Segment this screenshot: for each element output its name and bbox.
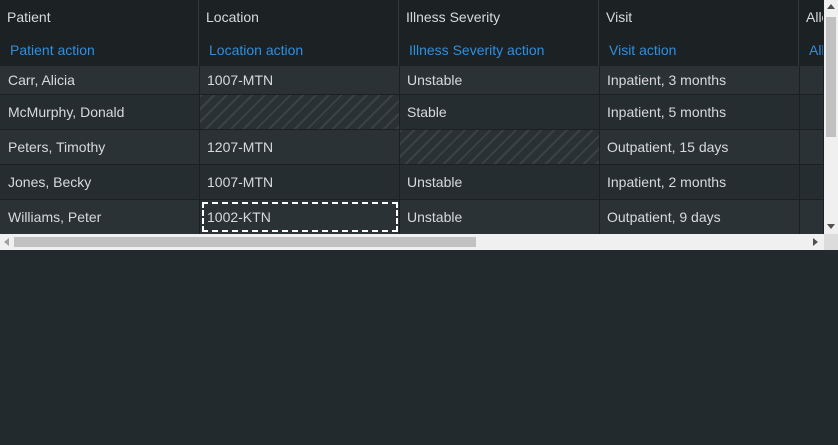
scrollbar-corner [824,234,838,250]
column-header-location[interactable]: Location Location action [199,0,399,66]
column-header-visit[interactable]: Visit Visit action [599,0,799,66]
column-title: Visit [606,9,633,25]
cell-visit[interactable]: Outpatient, 15 days [600,130,800,164]
table-row[interactable]: Williams, Peter 1002-KTN Unstable Outpat… [0,200,824,234]
cell-visit[interactable]: Inpatient, 3 months [600,66,800,94]
column-header-allergies[interactable]: Alle All [799,0,823,66]
cell-allergies[interactable] [800,200,824,234]
horizontal-scroll-thumb[interactable] [14,237,476,247]
cell-patient[interactable]: McMurphy, Donald [0,95,200,129]
column-title: Patient [7,9,51,25]
cell-location-focused[interactable]: 1002-KTN [200,200,400,234]
cell-patient[interactable]: Jones, Becky [0,165,200,199]
cell-patient[interactable]: Williams, Peter [0,200,200,234]
column-action-link[interactable]: Visit action [609,42,676,58]
patient-data-grid: Patient Patient action Location Location… [0,0,838,250]
triangle-up-icon[interactable] [827,4,835,9]
column-action-link[interactable]: Illness Severity action [409,42,544,58]
column-header-illness-severity[interactable]: Illness Severity Illness Severity action [399,0,599,66]
triangle-down-icon[interactable] [827,224,835,229]
cell-severity[interactable]: Stable [400,95,600,129]
column-title: Location [206,9,259,25]
column-header-patient[interactable]: Patient Patient action [0,0,199,66]
table-row[interactable]: Jones, Becky 1007-MTN Unstable Inpatient… [0,165,824,200]
cell-severity[interactable]: Unstable [400,165,600,199]
cell-severity[interactable]: Unstable [400,66,600,94]
horizontal-scrollbar[interactable] [0,234,824,250]
cell-visit[interactable]: Inpatient, 2 months [600,165,800,199]
cell-location[interactable]: 1207-MTN [200,130,400,164]
cell-location[interactable]: 1007-MTN [200,66,400,94]
cell-visit[interactable]: Inpatient, 5 months [600,95,800,129]
cell-patient[interactable]: Carr, Alicia [0,66,200,94]
cell-severity-disabled [400,130,600,164]
vertical-scroll-thumb[interactable] [826,17,836,137]
cell-visit[interactable]: Outpatient, 9 days [600,200,800,234]
cell-location[interactable]: 1007-MTN [200,165,400,199]
table-row[interactable]: Peters, Timothy 1207-MTN Outpatient, 15 … [0,130,824,165]
cell-severity[interactable]: Unstable [400,200,600,234]
triangle-left-icon[interactable] [4,238,9,246]
cell-allergies[interactable] [800,66,824,94]
table-row[interactable]: Carr, Alicia 1007-MTN Unstable Inpatient… [0,66,824,95]
table-row[interactable]: McMurphy, Donald Stable Inpatient, 5 mon… [0,95,824,130]
cell-allergies[interactable] [800,95,824,129]
column-title: Illness Severity [406,9,501,25]
cell-patient[interactable]: Peters, Timothy [0,130,200,164]
cell-allergies[interactable] [800,130,824,164]
grid-body: Carr, Alicia 1007-MTN Unstable Inpatient… [0,66,824,234]
column-title: Alle [806,9,823,25]
column-action-link[interactable]: All [809,42,823,58]
vertical-scrollbar[interactable] [824,0,838,234]
column-action-link[interactable]: Patient action [10,42,95,58]
column-action-link[interactable]: Location action [209,42,303,58]
triangle-right-icon[interactable] [813,238,818,246]
cell-location-disabled [200,95,400,129]
grid-header: Patient Patient action Location Location… [0,0,824,66]
cell-allergies[interactable] [800,165,824,199]
